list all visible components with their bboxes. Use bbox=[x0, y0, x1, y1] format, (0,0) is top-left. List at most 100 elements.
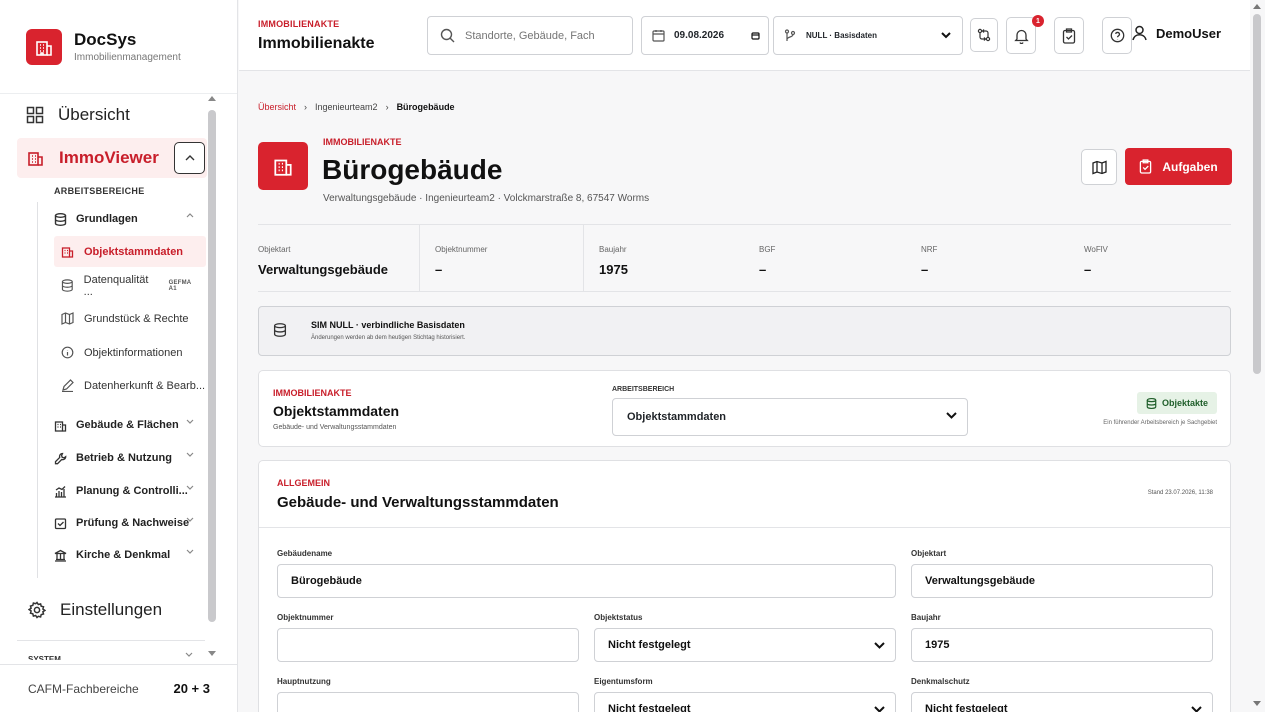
workspace-eyebrow: IMMOBILIENAKTE bbox=[273, 388, 352, 398]
denkmalschutz-select[interactable]: Nicht festgelegt bbox=[911, 692, 1213, 712]
general-title: Gebäude- und Verwaltungsstammdaten bbox=[277, 494, 559, 511]
collapse-immoviewer-button[interactable] bbox=[174, 142, 205, 174]
group-grundlagen[interactable]: Grundlagen bbox=[54, 210, 204, 228]
chevron-down-icon bbox=[186, 485, 194, 490]
group-kirche-denkmal[interactable]: Kirche & Denkmal bbox=[54, 546, 204, 564]
check-icon bbox=[54, 517, 67, 529]
search-box[interactable] bbox=[427, 16, 633, 55]
sidebar-item-objektstammdaten[interactable]: Objektstammdaten bbox=[54, 236, 206, 267]
baujahr-input[interactable]: 1975 bbox=[911, 628, 1213, 662]
objektart-input[interactable]: Verwaltungsgebäude bbox=[911, 564, 1213, 598]
bell-icon bbox=[1013, 29, 1029, 44]
tasks-button-label: Aufgaben bbox=[1162, 159, 1218, 174]
field-label-baujahr: Baujahr bbox=[911, 613, 941, 622]
nav-settings[interactable]: Einstellungen bbox=[28, 600, 162, 620]
group-pruefung-nachweise[interactable]: Prüfung & Nachweise bbox=[54, 514, 204, 532]
hero-eyebrow: IMMOBILIENAKTE bbox=[323, 137, 402, 147]
chevron-down-icon bbox=[1191, 706, 1202, 712]
chevron-down-icon bbox=[874, 642, 885, 649]
building-icon bbox=[54, 420, 67, 432]
sidebar-item-label: Datenqualität ... bbox=[83, 273, 149, 298]
objektstatus-select[interactable]: Nicht festgelegt bbox=[594, 628, 896, 662]
breadcrumb-item-team[interactable]: Ingenieurteam2 bbox=[315, 102, 378, 112]
database-icon bbox=[273, 323, 287, 337]
calendar-toggle-icon[interactable] bbox=[751, 31, 760, 40]
tasks-button[interactable]: Aufgaben bbox=[1125, 148, 1232, 185]
field-label-objektnummer: Objektnummer bbox=[277, 613, 334, 622]
header-title: Immobilienakte bbox=[258, 35, 375, 52]
workspace-area-select[interactable]: Objektstammdaten bbox=[612, 398, 968, 436]
user-name: DemoUser bbox=[1156, 25, 1222, 41]
header-eyebrow: IMMOBILIENAKTE bbox=[258, 19, 340, 29]
page-scroll-up-arrow[interactable] bbox=[1253, 4, 1261, 9]
group-label: Gebäude & Flächen bbox=[76, 419, 179, 431]
gear-icon bbox=[28, 601, 46, 619]
top-header: IMMOBILIENAKTE Immobilienakte 09.08.2026… bbox=[239, 0, 1250, 71]
sidebar-scroll-up-arrow[interactable] bbox=[208, 96, 216, 101]
fact-label: Objektnummer bbox=[435, 245, 488, 254]
building-icon bbox=[28, 152, 43, 166]
hauptnutzung-input[interactable] bbox=[277, 692, 579, 712]
date-value: 09.08.2026 bbox=[674, 30, 725, 41]
fact-wofiv: WoFlV – bbox=[1084, 225, 1224, 291]
sidebar-item-label: Objektstammdaten bbox=[84, 245, 184, 258]
help-button[interactable] bbox=[1102, 17, 1132, 54]
page-scrollbar-thumb[interactable] bbox=[1253, 14, 1261, 374]
sidebar-item-datenherkunft[interactable]: Datenherkunft & Bearb... bbox=[54, 370, 206, 401]
compare-button[interactable] bbox=[970, 18, 998, 52]
field-value: 1975 bbox=[925, 639, 950, 651]
date-picker[interactable]: 09.08.2026 bbox=[641, 16, 769, 55]
field-label-denkmalschutz: Denkmalschutz bbox=[911, 677, 970, 686]
brand-subtitle: Immobilienmanagement bbox=[74, 52, 181, 63]
objektakte-label: Objektakte bbox=[1161, 398, 1209, 408]
app-window: DocSys Immobilienmanagement Übersicht Im… bbox=[0, 0, 1265, 712]
fact-label: Baujahr bbox=[599, 245, 627, 254]
chevron-down-icon bbox=[874, 706, 885, 712]
fact-value: – bbox=[1084, 262, 1092, 277]
workspace-tree: Grundlagen Objektstammdaten Datenqualitä… bbox=[37, 202, 207, 578]
sim-subtitle: Änderungen werden ab dem heutigen Sticht… bbox=[311, 335, 466, 341]
help-icon bbox=[1110, 28, 1124, 43]
brand[interactable]: DocSys Immobilienmanagement bbox=[0, 0, 237, 94]
chevron-down-icon bbox=[186, 452, 194, 457]
map-button[interactable] bbox=[1081, 149, 1117, 185]
sidebar-scrollbar-thumb[interactable] bbox=[208, 110, 216, 622]
data-layer-select[interactable]: NULL · Basisdaten bbox=[773, 16, 963, 55]
breadcrumb-separator-icon: › bbox=[385, 102, 389, 112]
compare-arrows-icon bbox=[977, 28, 991, 42]
fact-baujahr: Baujahr 1975 bbox=[583, 225, 743, 291]
key-facts: Objektart Verwaltungsgebäude Objektnumme… bbox=[258, 224, 1231, 292]
sidebar-item-label: Objektinformationen bbox=[84, 346, 183, 359]
group-betrieb-nutzung[interactable]: Betrieb & Nutzung bbox=[54, 449, 204, 467]
fact-value: Verwaltungsgebäude bbox=[258, 262, 389, 277]
tasks-header-button[interactable] bbox=[1054, 17, 1084, 54]
gebaeudename-input[interactable]: Bürogebäude bbox=[277, 564, 896, 598]
chevron-down-icon[interactable] bbox=[185, 652, 193, 657]
nav-immoviewer[interactable]: ImmoViewer bbox=[17, 138, 207, 178]
monument-icon bbox=[54, 549, 67, 562]
fact-bgf: BGF – bbox=[759, 225, 919, 291]
sidebar-item-objektinformationen[interactable]: Objektinformationen bbox=[54, 337, 206, 368]
chevron-up-icon bbox=[185, 155, 194, 161]
page-scroll-down-arrow[interactable] bbox=[1253, 701, 1261, 706]
objektakte-badge[interactable]: Objektakte bbox=[1137, 392, 1217, 414]
eigentumsform-select[interactable]: Nicht festgelegt bbox=[594, 692, 896, 712]
nav-overview[interactable]: Übersicht bbox=[26, 104, 130, 126]
objektnummer-input[interactable] bbox=[277, 628, 579, 662]
group-planung-controlling[interactable]: Planung & Controlli... bbox=[54, 482, 204, 500]
sidebar-item-label: Grundstück & Rechte bbox=[84, 312, 189, 325]
fact-label: BGF bbox=[759, 245, 776, 254]
fact-label: Objektart bbox=[258, 245, 291, 254]
building-logo-icon bbox=[26, 28, 62, 65]
user-icon bbox=[1132, 25, 1147, 41]
sidebar-footer[interactable]: CAFM-Fachbereiche 20 + 3 bbox=[0, 664, 237, 712]
fact-value: 1975 bbox=[599, 262, 628, 277]
breadcrumb-item-overview[interactable]: Übersicht bbox=[258, 102, 296, 112]
user-menu[interactable]: DemoUser bbox=[1132, 25, 1221, 41]
sidebar-scroll-down-arrow[interactable] bbox=[208, 651, 216, 656]
group-gebaeude-flaechen[interactable]: Gebäude & Flächen bbox=[54, 416, 204, 434]
sidebar-item-grundstueck[interactable]: Grundstück & Rechte bbox=[54, 303, 206, 334]
search-input[interactable] bbox=[465, 29, 615, 42]
sidebar-item-datenqualitaet[interactable]: Datenqualität ... GEFMA A1 bbox=[54, 270, 206, 301]
notification-count-badge: 1 bbox=[1032, 15, 1044, 27]
